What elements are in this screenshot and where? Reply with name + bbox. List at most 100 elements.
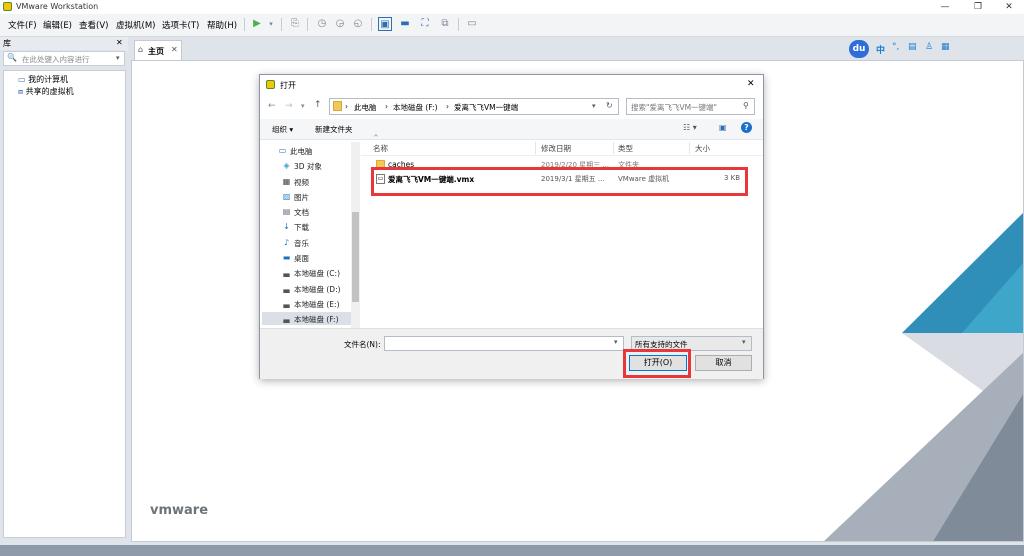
nav-scrollbar[interactable]: [351, 142, 360, 328]
column-size[interactable]: 大小: [695, 143, 710, 154]
library-close-icon[interactable]: ✕: [116, 38, 123, 47]
column-name[interactable]: 名称: [373, 143, 388, 154]
library-tree: ▭ 我的计算机 ⧈ 共享的虚拟机: [3, 70, 126, 538]
nav-scrollbar-thumb[interactable]: [352, 212, 359, 302]
unity-icon[interactable]: ⧉: [438, 17, 452, 31]
menu-bar: 文件(F) 编辑(E) 查看(V) 虚拟机(M) 选项卡(T) 帮助(H) ▶ …: [0, 14, 1024, 37]
library-title: 库: [3, 39, 11, 48]
thumbnail-icon[interactable]: ▭: [465, 17, 479, 31]
tab-home[interactable]: ⌂ 主页 ✕: [134, 40, 182, 60]
menu-edit[interactable]: 编辑(E): [43, 19, 72, 31]
computer-icon: ▭: [18, 75, 26, 84]
nav-3d-objects[interactable]: ◈ 3D 对象: [283, 161, 322, 172]
menu-file[interactable]: 文件(F): [8, 19, 37, 31]
vmware-dialog-icon: [266, 80, 275, 89]
chevron-down-icon[interactable]: ▾: [264, 17, 278, 31]
highlight-open-button: [623, 349, 691, 378]
folder-icon: [333, 101, 342, 111]
tab-home-label: 主页: [148, 47, 164, 56]
menu-help[interactable]: 帮助(H): [207, 19, 237, 31]
snapshot-manager-icon[interactable]: ◵: [351, 17, 365, 31]
nav-downloads[interactable]: ↓ 下载: [283, 222, 309, 233]
revert-snapshot-icon[interactable]: ◶: [333, 17, 347, 31]
dialog-search-input[interactable]: 搜索"爱离飞飞VM一键端" ⚲: [626, 98, 755, 115]
filename-input[interactable]: ▾: [384, 336, 624, 351]
file-list-header: 名称 修改日期 类型 大小: [361, 142, 763, 156]
address-bar[interactable]: › 此电脑 › 本地磁盘 (F:) › 爱离飞飞VM一键端 ▾ ↻: [329, 98, 619, 115]
snapshot-icon[interactable]: ◷: [315, 17, 329, 31]
tab-bar: [130, 37, 1024, 60]
search-icon: ⚲: [743, 101, 749, 110]
keyboard-icon[interactable]: ▤: [908, 42, 917, 52]
menu-vm[interactable]: 虚拟机(M): [116, 19, 155, 31]
tree-item-my-computer[interactable]: ▭ 我的计算机: [18, 74, 68, 85]
title-bar: VMware Workstation — ❐ ✕: [0, 0, 1024, 14]
chevron-down-icon: ▾: [742, 338, 746, 346]
library-search-placeholder: 在此处键入内容进行: [22, 55, 90, 64]
filename-label: 文件名(N):: [344, 340, 381, 349]
view-options-icon[interactable]: ☷ ▾: [683, 123, 697, 132]
breadcrumb-folder[interactable]: 爱离飞飞VM一键端: [454, 102, 518, 113]
column-type[interactable]: 类型: [618, 143, 633, 154]
breadcrumb-this-pc[interactable]: 此电脑: [354, 102, 377, 113]
organize-button[interactable]: 组织 ▾: [272, 124, 293, 135]
dialog-search-placeholder: 搜索"爱离飞飞VM一键端": [631, 103, 718, 112]
refresh-icon[interactable]: ↻: [606, 101, 613, 110]
toolbar-separator: [371, 18, 372, 31]
dialog-close-icon[interactable]: ✕: [747, 79, 755, 89]
ime-language-indicator[interactable]: 中: [876, 43, 885, 56]
close-button[interactable]: ✕: [994, 0, 1024, 14]
chevron-down-icon[interactable]: ▾: [116, 54, 120, 62]
nav-drive-f[interactable]: ▃ 本地磁盘 (F:): [283, 314, 338, 325]
library-search-input[interactable]: 🔍 在此处键入内容进行 ▾: [3, 51, 125, 66]
status-bar: [0, 545, 1024, 556]
back-icon[interactable]: ←: [268, 101, 276, 111]
breadcrumb-drive-f[interactable]: 本地磁盘 (F:): [393, 102, 438, 113]
chevron-down-icon[interactable]: ▾: [592, 102, 596, 110]
new-folder-button[interactable]: 新建文件夹: [315, 124, 353, 135]
maximize-button[interactable]: ❐: [963, 0, 993, 14]
preview-pane-icon[interactable]: ▣: [719, 123, 727, 132]
library-view-icon[interactable]: ▣: [378, 17, 392, 31]
menu-view[interactable]: 查看(V): [79, 19, 108, 31]
user-icon[interactable]: ♙: [925, 42, 933, 52]
library-header: 库 ✕: [0, 37, 128, 50]
nav-music[interactable]: ♪ 音乐: [284, 238, 309, 249]
tree-item-shared-vms[interactable]: ⧈ 共享的虚拟机: [18, 86, 74, 97]
minimize-button[interactable]: —: [930, 0, 960, 14]
nav-pictures[interactable]: ▨ 图片: [283, 192, 309, 203]
toolbar-separator: [307, 18, 308, 31]
forward-icon[interactable]: →: [285, 101, 293, 111]
highlight-selected-file: [371, 167, 748, 196]
tab-close-icon[interactable]: ✕: [171, 45, 178, 54]
console-view-icon[interactable]: ▬: [398, 17, 412, 31]
grid-menu-icon[interactable]: ▦: [941, 42, 950, 52]
nav-documents[interactable]: ▤ 文档: [283, 207, 309, 218]
search-icon: 🔍: [7, 53, 17, 62]
baidu-ime-logo[interactable]: du: [849, 40, 869, 58]
help-icon[interactable]: ?: [741, 122, 752, 133]
vmware-app-icon: [3, 2, 12, 11]
dialog-title: 打开: [280, 81, 296, 90]
send-keys-icon[interactable]: ⎘: [288, 17, 302, 31]
up-folder-icon[interactable]: ↑: [314, 100, 322, 110]
nav-videos[interactable]: ▦ 视频: [283, 177, 309, 188]
cancel-button[interactable]: 取消: [695, 355, 752, 371]
menu-tabs[interactable]: 选项卡(T): [162, 19, 199, 31]
chevron-down-icon[interactable]: ▾: [301, 102, 305, 110]
power-on-icon[interactable]: ▶: [250, 17, 264, 31]
vmware-logo: vmware: [150, 503, 209, 518]
chevron-down-icon[interactable]: ▾: [614, 338, 618, 346]
nav-drive-d[interactable]: ▃ 本地磁盘 (D:): [283, 284, 340, 295]
open-file-dialog: 打开 ✕ ← → ▾ ↑ › 此电脑 › 本地磁盘 (F:) › 爱离飞飞VM一…: [259, 74, 764, 379]
toolbar-separator: [244, 18, 245, 31]
fullscreen-icon[interactable]: ⛶: [418, 17, 432, 31]
nav-this-pc[interactable]: ▭ 此电脑: [279, 146, 313, 157]
nav-desktop[interactable]: ▬ 桌面: [283, 253, 309, 264]
window-title: VMware Workstation: [16, 2, 99, 11]
nav-drive-c[interactable]: ▃ 本地磁盘 (C:): [283, 268, 340, 279]
punctuation-icon[interactable]: °,: [892, 42, 899, 52]
command-bar: 组织 ▾ 新建文件夹 ☷ ▾ ▣ ?: [260, 119, 763, 140]
column-date[interactable]: 修改日期: [541, 143, 571, 154]
nav-drive-e[interactable]: ▃ 本地磁盘 (E:): [283, 299, 339, 310]
